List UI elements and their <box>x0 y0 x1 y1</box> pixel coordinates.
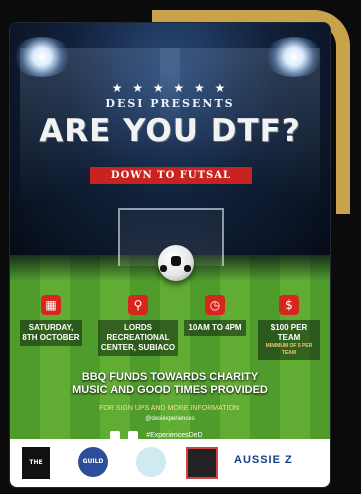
soccer-ball-icon <box>158 245 194 281</box>
time-text: 10AM TO 4PM <box>184 320 246 336</box>
signup-text: FOR SIGN UPS AND MORE INFORMATION: <box>99 405 241 412</box>
social-links: #ExperiencesDeD <box>110 425 270 441</box>
sponsor-bar: THE GUILD GUILD AUSSIE Z <box>10 439 330 487</box>
date-text: SATURDAY, 8TH OCTOBER <box>20 320 82 346</box>
subtitle-banner: DOWN TO FUTSAL <box>90 167 252 184</box>
location-info: ⚲ LORDS RECREATIONAL CENTER, SUBIACO <box>98 295 178 356</box>
sponsor-logo-square <box>186 447 218 479</box>
tagline-line-2: MUSIC AND GOOD TIMES PROVIDED <box>72 384 268 396</box>
date-info: ▦ SATURDAY, 8TH OCTOBER <box>20 295 82 346</box>
time-info: ◷ 10AM TO 4PM <box>184 295 246 336</box>
stadium-light-icon <box>12 37 72 77</box>
sponsor-logo-guild: GUILD <box>78 447 108 477</box>
presenter-text: DESI PRESENTS <box>105 97 235 110</box>
rating-stars: ★ ★ ★ ★ ★ ★ <box>111 81 229 95</box>
price-value: $100 PER TEAM <box>270 323 308 342</box>
tagline-line-1: BBQ FUNDS TOWARDS CHARITY <box>81 371 259 383</box>
price-info: $ $100 PER TEAM MINIMUM OF 5 PER TEAM <box>258 295 320 360</box>
social-handle: @desiexperiences <box>145 416 195 422</box>
price-text: $100 PER TEAM MINIMUM OF 5 PER TEAM <box>258 320 320 360</box>
location-icon: ⚲ <box>128 295 148 315</box>
dollar-icon: $ <box>279 295 299 315</box>
calendar-icon: ▦ <box>41 295 61 315</box>
price-note: MINIMUM OF 5 PER TEAM <box>265 343 313 356</box>
hashtag-text: #ExperiencesDeD <box>146 432 203 439</box>
location-text: LORDS RECREATIONAL CENTER, SUBIACO <box>98 320 178 356</box>
stadium-light-icon <box>264 37 324 77</box>
event-tagline: BBQ FUNDS TOWARDS CHARITY MUSIC AND GOOD… <box>10 371 330 397</box>
event-poster: ★ ★ ★ ★ ★ ★ DESI PRESENTS ARE YOU DTF? D… <box>9 22 331 488</box>
sponsor-logo-aussie: AUSSIE Z <box>234 454 293 466</box>
clock-icon: ◷ <box>205 295 225 315</box>
sponsor-logo-circle <box>136 447 166 477</box>
poster-title: ARE YOU DTF? <box>39 113 301 149</box>
sponsor-logo-the-guild: THE GUILD <box>22 447 50 479</box>
